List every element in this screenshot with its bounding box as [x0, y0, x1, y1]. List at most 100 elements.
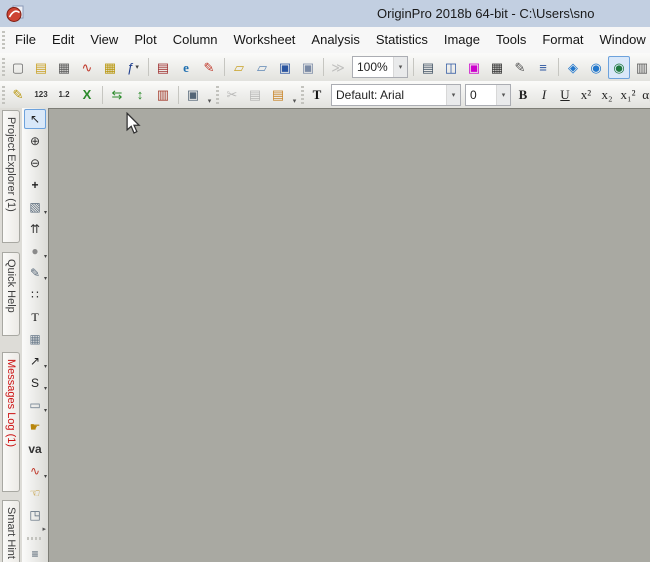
- new-function-button[interactable]: ƒ▾: [122, 56, 144, 79]
- dropdown-arrow-icon[interactable]: ▾: [44, 253, 47, 260]
- font-style-button[interactable]: T: [306, 83, 328, 106]
- arrow-tool[interactable]: ↗▾: [24, 351, 46, 371]
- zoom-in-tool[interactable]: ⊕: [24, 131, 46, 151]
- duplicate-window-button[interactable]: ▣: [182, 83, 204, 106]
- layout-window-button[interactable]: ≡: [532, 56, 554, 79]
- zoom-all-button[interactable]: ◉: [585, 56, 607, 79]
- toolbar-overflow-chevron-icon[interactable]: ▾: [290, 97, 299, 108]
- save-project-button[interactable]: ▣: [274, 56, 296, 79]
- add-rows-button[interactable]: ↕: [129, 83, 151, 106]
- open-button[interactable]: ▱: [228, 56, 250, 79]
- dropdown-arrow-icon[interactable]: ▾: [44, 209, 47, 216]
- text-tool[interactable]: T: [24, 307, 46, 327]
- superscript-button[interactable]: x²: [576, 83, 596, 106]
- zoom-out-tool[interactable]: ⊖: [24, 153, 46, 173]
- tab-messages-log[interactable]: Messages Log (1): [2, 352, 20, 492]
- toolbar-grip[interactable]: [27, 537, 43, 540]
- worksheet-window-button[interactable]: ▥: [631, 56, 650, 79]
- move-column-button[interactable]: ▥: [152, 83, 174, 106]
- tab-quick-help[interactable]: Quick Help: [2, 252, 20, 336]
- project-explorer-button[interactable]: ◈: [562, 56, 584, 79]
- rescale-button[interactable]: ◉: [608, 56, 630, 79]
- menu-worksheet[interactable]: Worksheet: [226, 27, 304, 53]
- menu-file[interactable]: File: [7, 27, 44, 53]
- dropdown-arrow-icon[interactable]: ▾: [446, 85, 460, 105]
- new-video-button[interactable]: ▦: [486, 56, 508, 79]
- notes-window-button[interactable]: ✎: [509, 56, 531, 79]
- toolbar-grip[interactable]: [216, 86, 219, 104]
- menu-plot[interactable]: Plot: [126, 27, 164, 53]
- curve-tool[interactable]: S▾: [24, 373, 46, 393]
- pointer-tool[interactable]: ↖: [24, 109, 46, 129]
- menu-image[interactable]: Image: [436, 27, 488, 53]
- new-sketch-button[interactable]: ✎: [198, 56, 220, 79]
- fill-uniform-random-button[interactable]: 1.2: [53, 83, 75, 106]
- dropdown-arrow-icon[interactable]: ▾: [44, 275, 47, 282]
- menu-window[interactable]: Window: [592, 27, 650, 53]
- toolbar-grip[interactable]: [2, 86, 5, 104]
- toolbar-grip[interactable]: [2, 58, 5, 76]
- tab-project-explorer[interactable]: Project Explorer (1): [2, 110, 20, 243]
- new-matrix-button[interactable]: ▦: [99, 56, 121, 79]
- menu-analysis[interactable]: Analysis: [303, 27, 367, 53]
- workspace[interactable]: [48, 108, 650, 562]
- subscript-button[interactable]: x₂: [597, 83, 617, 106]
- toolbar-overflow-chevron-icon[interactable]: ▸: [22, 526, 48, 534]
- title-bar[interactable]: OriginPro 2018b 64-bit - C:\Users\sno: [0, 0, 650, 28]
- tab-smart-hint[interactable]: Smart Hint: [2, 500, 20, 562]
- draw-data-tool[interactable]: ✎▾: [24, 263, 46, 283]
- mask-range-tool[interactable]: ●▾: [24, 241, 46, 261]
- open-template-button[interactable]: ▱: [251, 56, 273, 79]
- insert-table-tool[interactable]: ▦: [24, 329, 46, 349]
- dropdown-arrow-icon[interactable]: ▾: [393, 57, 407, 77]
- greek-button[interactable]: αβ: [639, 83, 650, 106]
- subsuperscript-button[interactable]: x₁²: [618, 83, 638, 106]
- print-preview-button[interactable]: ◫: [440, 56, 462, 79]
- fill-row-numbers-button[interactable]: 123: [30, 83, 52, 106]
- pan-tool[interactable]: ☛: [24, 417, 46, 437]
- toolbar-grip[interactable]: [301, 86, 304, 104]
- menu-tools[interactable]: Tools: [488, 27, 534, 53]
- font-name-combo[interactable]: Default: Arial▾: [331, 84, 461, 106]
- origin-app-icon[interactable]: [6, 4, 25, 23]
- paste-button[interactable]: ▤: [267, 83, 289, 106]
- bold-button[interactable]: B: [513, 83, 533, 106]
- dropdown-arrow-icon[interactable]: ▾: [44, 363, 47, 370]
- screen-reader-tool[interactable]: +: [24, 175, 46, 195]
- menubar-grip[interactable]: [2, 31, 5, 49]
- fill-random-button[interactable]: X: [76, 83, 98, 106]
- underline-button[interactable]: U: [555, 83, 575, 106]
- rectangle-tool[interactable]: ▭▾: [24, 395, 46, 415]
- save-template-button[interactable]: ▣: [297, 56, 319, 79]
- layer-contents-button[interactable]: ≡: [24, 544, 46, 562]
- insert-graph-tool[interactable]: ∿▾: [24, 461, 46, 481]
- menu-column[interactable]: Column: [165, 27, 226, 53]
- new-image-button[interactable]: ▣: [463, 56, 485, 79]
- new-project-button[interactable]: ▢: [7, 56, 29, 79]
- font-size-combo[interactable]: 0▾: [465, 84, 511, 106]
- rotate-tool[interactable]: ☜: [24, 483, 46, 503]
- dropdown-arrow-icon[interactable]: ▾: [496, 85, 510, 105]
- regional-data-selector-tool[interactable]: ▧▾: [24, 197, 46, 217]
- new-folder-button[interactable]: ▤: [30, 56, 52, 79]
- dropdown-arrow-icon[interactable]: ▾: [44, 473, 47, 480]
- dropdown-arrow-icon[interactable]: ▾: [135, 63, 139, 71]
- add-new-column-button[interactable]: ⇆: [106, 83, 128, 106]
- cluster-tool[interactable]: ∷: [24, 285, 46, 305]
- new-workbook-button[interactable]: ▦: [53, 56, 75, 79]
- menu-statistics[interactable]: Statistics: [368, 27, 436, 53]
- menu-format[interactable]: Format: [534, 27, 591, 53]
- menu-view[interactable]: View: [82, 27, 126, 53]
- dropdown-arrow-icon[interactable]: ▾: [44, 407, 47, 414]
- data-selector-tool[interactable]: ⇈: [24, 219, 46, 239]
- print-button[interactable]: ▤: [417, 56, 439, 79]
- italic-button[interactable]: I: [534, 83, 554, 106]
- frame-3d-tool[interactable]: ◳: [24, 505, 46, 525]
- annotation-tool[interactable]: va: [24, 439, 46, 459]
- set-column-values-button[interactable]: ✎: [7, 83, 29, 106]
- menu-edit[interactable]: Edit: [44, 27, 82, 53]
- dropdown-arrow-icon[interactable]: ▾: [44, 385, 47, 392]
- new-graph-button[interactable]: ∿: [76, 56, 98, 79]
- new-layout-button[interactable]: ▤: [152, 56, 174, 79]
- new-notes-button[interactable]: e: [175, 56, 197, 79]
